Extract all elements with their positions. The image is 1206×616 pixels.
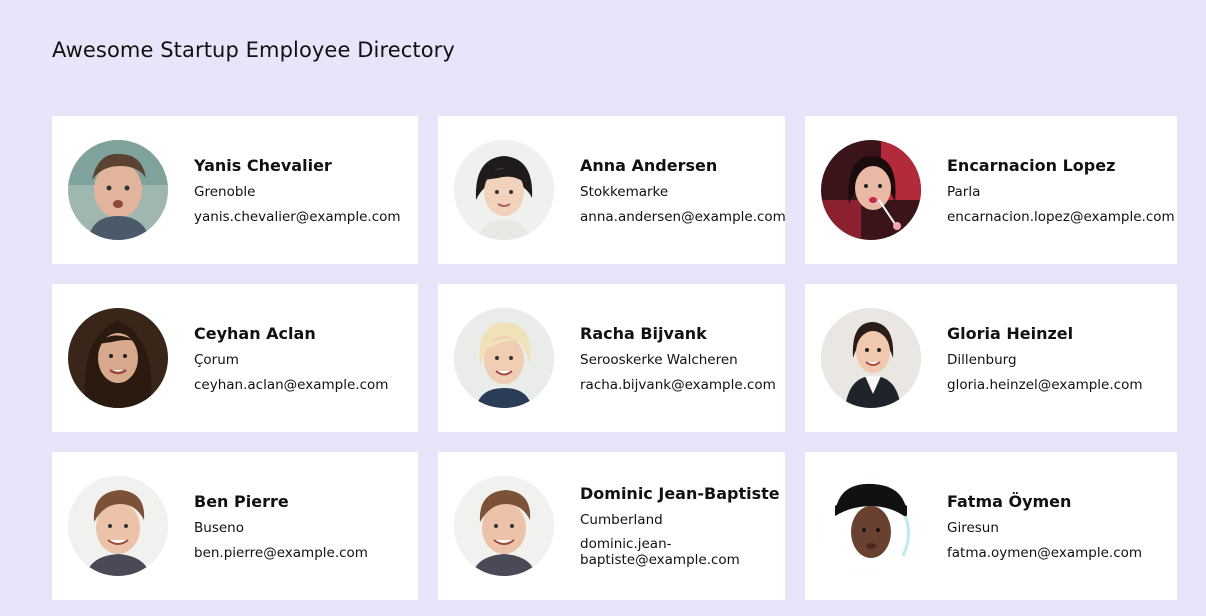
employee-card[interactable]: Dominic Jean-Baptiste Cumberland dominic… [438, 452, 785, 600]
employee-email: dominic.jean-baptiste@example.com [580, 535, 740, 568]
employee-city: Serooskerke Walcheren [580, 351, 738, 368]
woman-portrait-icon [821, 308, 921, 408]
employee-card[interactable]: Ceyhan Aclan Çorum ceyhan.aclan@example.… [52, 284, 418, 432]
employee-info: Yanis Chevalier Grenoble yanis.chevalier… [194, 116, 426, 264]
employee-card[interactable]: Ben Pierre Buseno ben.pierre@example.com [52, 452, 418, 600]
woman-portrait-icon [821, 140, 921, 240]
employee-info: Gloria Heinzel Dillenburg gloria.heinzel… [947, 284, 1185, 432]
employee-name: Ceyhan Aclan [194, 323, 316, 343]
employee-name: Yanis Chevalier [194, 155, 332, 175]
employee-city: Cumberland [580, 511, 663, 528]
employee-city: Buseno [194, 519, 244, 536]
employee-email: yanis.chevalier@example.com [194, 208, 401, 225]
employee-info: Fatma Öymen Giresun fatma.oymen@example.… [947, 452, 1185, 600]
employee-email: anna.andersen@example.com [580, 208, 786, 225]
woman-portrait-icon [821, 476, 921, 576]
employee-email: encarnacion.lopez@example.com [947, 208, 1175, 225]
employee-name: Ben Pierre [194, 491, 289, 511]
woman-portrait-icon [454, 308, 554, 408]
employee-info: Ceyhan Aclan Çorum ceyhan.aclan@example.… [194, 284, 426, 432]
employee-card[interactable]: Yanis Chevalier Grenoble yanis.chevalier… [52, 116, 418, 264]
employee-info: Dominic Jean-Baptiste Cumberland dominic… [580, 452, 793, 600]
woman-portrait-icon [68, 308, 168, 408]
employee-city: Çorum [194, 351, 239, 368]
employee-name: Dominic Jean-Baptiste [580, 483, 780, 503]
employee-name: Gloria Heinzel [947, 323, 1074, 343]
employee-name: Anna Andersen [580, 155, 718, 175]
employee-info: Anna Andersen Stokkemarke anna.andersen@… [580, 116, 793, 264]
avatar [821, 308, 921, 408]
avatar [68, 308, 168, 408]
employee-card[interactable]: Racha Bijvank Serooskerke Walcheren rach… [438, 284, 785, 432]
avatar [821, 140, 921, 240]
employee-info: Encarnacion Lopez Parla encarnacion.lope… [947, 116, 1185, 264]
employee-card[interactable]: Fatma Öymen Giresun fatma.oymen@example.… [805, 452, 1177, 600]
employee-city: Grenoble [194, 183, 256, 200]
employee-name: Fatma Öymen [947, 491, 1072, 511]
page-title: Awesome Startup Employee Directory [52, 38, 455, 62]
employee-card[interactable]: Gloria Heinzel Dillenburg gloria.heinzel… [805, 284, 1177, 432]
employee-name: Encarnacion Lopez [947, 155, 1116, 175]
employee-card[interactable]: Encarnacion Lopez Parla encarnacion.lope… [805, 116, 1177, 264]
employee-email: ceyhan.aclan@example.com [194, 376, 389, 393]
employee-city: Giresun [947, 519, 999, 536]
avatar [454, 476, 554, 576]
employee-email: fatma.oymen@example.com [947, 544, 1143, 561]
man-portrait-icon [68, 140, 168, 240]
avatar [821, 476, 921, 576]
avatar [454, 308, 554, 408]
employee-city: Parla [947, 183, 981, 200]
employee-grid: Yanis Chevalier Grenoble yanis.chevalier… [52, 116, 1177, 600]
avatar [68, 476, 168, 576]
employee-city: Stokkemarke [580, 183, 669, 200]
employee-email: ben.pierre@example.com [194, 544, 368, 561]
employee-card[interactable]: Anna Andersen Stokkemarke anna.andersen@… [438, 116, 786, 264]
man-portrait-icon [454, 476, 554, 576]
employee-info: Racha Bijvank Serooskerke Walcheren rach… [580, 284, 793, 432]
employee-name: Racha Bijvank [580, 323, 707, 343]
avatar [454, 140, 554, 240]
man-portrait-icon [68, 476, 168, 576]
employee-info: Ben Pierre Buseno ben.pierre@example.com [194, 452, 426, 600]
employee-email: racha.bijvank@example.com [580, 376, 776, 393]
employee-email: gloria.heinzel@example.com [947, 376, 1143, 393]
employee-city: Dillenburg [947, 351, 1017, 368]
avatar [68, 140, 168, 240]
woman-portrait-icon [454, 140, 554, 240]
